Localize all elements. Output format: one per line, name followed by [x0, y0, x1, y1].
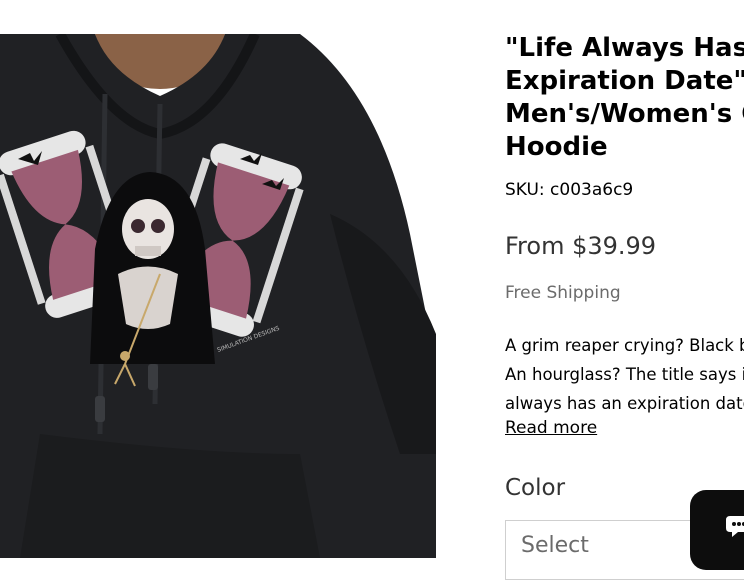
description-line: A grim reaper crying? Black b [505, 336, 744, 355]
shipping-note: Free Shipping [505, 283, 621, 303]
product-price: From $39.99 [505, 232, 657, 260]
hoodie-photo: SIMULATION DESIGNS [0, 34, 436, 558]
color-select-placeholder: Select [521, 533, 589, 558]
product-info: "Life Always Has A Expiration Date" Men'… [505, 32, 744, 164]
description-line: An hourglass? The title says i [505, 365, 744, 384]
chat-button[interactable] [690, 490, 744, 570]
product-title: "Life Always Has A Expiration Date" Men'… [505, 33, 744, 162]
product-sku: SKU: c003a6c9 [505, 180, 634, 200]
chat-bubble-icon [726, 516, 744, 537]
product-description: A grim reaper crying? Black b An hourgla… [505, 331, 744, 418]
description-line: always has an expiration date [505, 394, 744, 413]
read-more-link[interactable]: Read more [505, 418, 597, 438]
product-image[interactable]: SIMULATION DESIGNS [0, 34, 436, 558]
color-label: Color [505, 475, 566, 501]
